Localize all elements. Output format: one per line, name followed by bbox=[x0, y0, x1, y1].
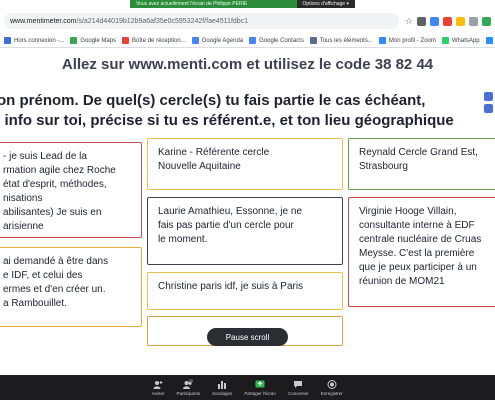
url-host: www.mentimeter.com bbox=[10, 17, 77, 25]
screen: Vous avez actuellement l'écran de Philip… bbox=[0, 0, 495, 400]
zoom-share-banner: Vous avez actuellement l'écran de Philip… bbox=[130, 0, 355, 8]
toolbar-label: Sondages bbox=[212, 390, 233, 396]
response-text: ai demandé à être dans e IDF, et celui d… bbox=[3, 256, 109, 309]
response-text: Laurie Amathieu, Essonne, je ne fais pas… bbox=[158, 206, 302, 245]
extension-icon[interactable] bbox=[482, 16, 491, 26]
fullscreen-icon[interactable] bbox=[484, 104, 493, 113]
bookmark-item[interactable]: Hors connexion -... bbox=[4, 37, 64, 44]
headline-site: www.menti.com bbox=[128, 56, 243, 73]
extension-icons: ☆ bbox=[405, 16, 491, 26]
polls-icon bbox=[217, 380, 227, 389]
url-field[interactable]: www.mentimeter.com/s/a214d44019b12b9a6af… bbox=[4, 13, 399, 29]
toolbar-converserbutton[interactable]: Converser bbox=[288, 380, 309, 396]
bookmark-label: Google Contacts bbox=[259, 37, 304, 44]
bookmark-label: Google Maps bbox=[80, 37, 117, 44]
headline-prefix: Allez sur bbox=[61, 56, 129, 73]
response-text: Reynald Cercle Grand Est, Strasbourg bbox=[359, 147, 478, 172]
question-line-2: e info sur toi, précise si tu es référen… bbox=[0, 112, 454, 129]
bookmark-item[interactable]: Google Contacts bbox=[249, 37, 304, 44]
toolbar-label: Partager l'écran bbox=[244, 390, 276, 396]
bookmark-favicon-icon bbox=[122, 37, 130, 44]
record-icon bbox=[327, 379, 337, 389]
toolbar-enregistrerbutton[interactable]: Enregistrer bbox=[320, 379, 343, 396]
bookmark-item[interactable]: Boîte de réception... bbox=[122, 37, 186, 44]
share-icon[interactable] bbox=[484, 92, 493, 101]
view-options-button[interactable]: Options d'affichage ▾ bbox=[296, 0, 355, 8]
bookmark-label: Mon profil - Zoom bbox=[388, 37, 436, 44]
question-line-1: ton prénom. De quel(s) cercle(s) tu fais… bbox=[0, 92, 426, 109]
headline-middle: et utilisez le code bbox=[242, 56, 375, 73]
side-toolbar bbox=[484, 92, 493, 113]
bookmark-favicon-icon bbox=[378, 37, 386, 44]
extension-icon[interactable] bbox=[456, 16, 465, 26]
toolbar-inviterbutton[interactable]: Inviter bbox=[152, 380, 165, 396]
bookmark-label: WhatsApp bbox=[451, 37, 480, 44]
share-screen-icon bbox=[255, 380, 265, 389]
response-card: Karine - Référente cercle Nouvelle Aquit… bbox=[147, 138, 343, 190]
participants-count: 26 bbox=[188, 377, 193, 383]
question-text: ton prénom. De quel(s) cercle(s) tu fais… bbox=[0, 91, 492, 131]
toolbar-label: Converser bbox=[287, 390, 309, 396]
headline-code: 38 82 44 bbox=[374, 56, 434, 73]
bookmark-favicon-icon bbox=[441, 37, 449, 44]
response-card: - je suis Lead de la rmation agile chez … bbox=[0, 142, 142, 238]
bookmark-label: Boîte de réception... bbox=[132, 37, 186, 44]
extension-icon[interactable] bbox=[469, 16, 478, 26]
response-card: Christine paris idf, je suis à Paris bbox=[147, 272, 343, 310]
toolbar-partager-l-cranbutton[interactable]: Partager l'écran bbox=[244, 380, 276, 396]
bookmark-favicon-icon bbox=[191, 37, 199, 44]
url-path: /s/a214d44019b12b9a6af35e0c5953242f/fae4… bbox=[76, 17, 249, 25]
extension-icon[interactable] bbox=[417, 16, 426, 26]
bookmark-favicon-icon bbox=[70, 37, 78, 44]
bookmark-item[interactable]: Google Agenda bbox=[191, 37, 244, 44]
toolbar-label: Participants bbox=[176, 390, 201, 396]
toolbar-participantsbutton[interactable]: Participants 26 bbox=[176, 377, 201, 396]
extension-icon[interactable] bbox=[443, 16, 452, 26]
response-text: Karine - Référente cercle Nouvelle Aquit… bbox=[158, 147, 270, 172]
response-card: ai demandé à être dans e IDF, et celui d… bbox=[0, 247, 142, 327]
bookmark-favicon-icon bbox=[249, 37, 257, 44]
bookmark-item[interactable]: Tous les éléments... bbox=[309, 37, 373, 44]
bookmark-favicon-icon bbox=[4, 37, 11, 44]
bookmark-item[interactable]: Accu bbox=[485, 37, 495, 44]
toolbar-label: Enregistrer bbox=[320, 390, 343, 396]
response-text: Christine paris idf, je suis à Paris bbox=[158, 281, 304, 292]
response-text: Virginie Hooge Villain, consultante inte… bbox=[359, 206, 482, 287]
zoom-toolbar: Inviter Participants 26 Sondages Partager l'… bbox=[0, 375, 495, 400]
bookmarks-bar: Hors connexion -... Google Maps Boîte de r… bbox=[0, 34, 495, 48]
response-card: Virginie Hooge Villain, consultante inte… bbox=[348, 197, 495, 307]
share-status-label: Vous avez actuellement l'écran de Philip… bbox=[130, 0, 297, 8]
bookmark-item[interactable]: Google Maps bbox=[70, 37, 116, 44]
toolbar-label: Inviter bbox=[152, 390, 165, 396]
bookmark-label: Tous les éléments... bbox=[319, 37, 373, 44]
bookmark-star-icon[interactable]: ☆ bbox=[405, 16, 413, 26]
response-card: Laurie Amathieu, Essonne, je ne fais pas… bbox=[147, 197, 343, 265]
extension-icon[interactable] bbox=[430, 16, 439, 26]
bookmark-label: Hors connexion -... bbox=[14, 37, 65, 44]
bookmark-item[interactable]: Mon profil - Zoom bbox=[378, 37, 436, 44]
chat-icon bbox=[293, 380, 303, 389]
response-text: - je suis Lead de la rmation agile chez … bbox=[3, 151, 116, 232]
response-card: Reynald Cercle Grand Est, Strasbourg bbox=[348, 138, 495, 190]
bookmark-label: Google Agenda bbox=[201, 37, 244, 44]
bookmark-item[interactable]: WhatsApp bbox=[441, 37, 480, 44]
address-bar: www.mentimeter.com/s/a214d44019b12b9a6af… bbox=[0, 10, 495, 32]
person-invite-icon bbox=[153, 380, 163, 389]
join-instructions: Allez sur www.menti.com et utilisez le c… bbox=[0, 56, 495, 73]
bookmark-favicon-icon bbox=[309, 37, 317, 44]
toolbar-sondagesbutton[interactable]: Sondages bbox=[212, 380, 232, 396]
pause-scroll-button[interactable]: Pause scroll bbox=[207, 328, 288, 346]
bookmark-favicon-icon bbox=[485, 37, 493, 44]
